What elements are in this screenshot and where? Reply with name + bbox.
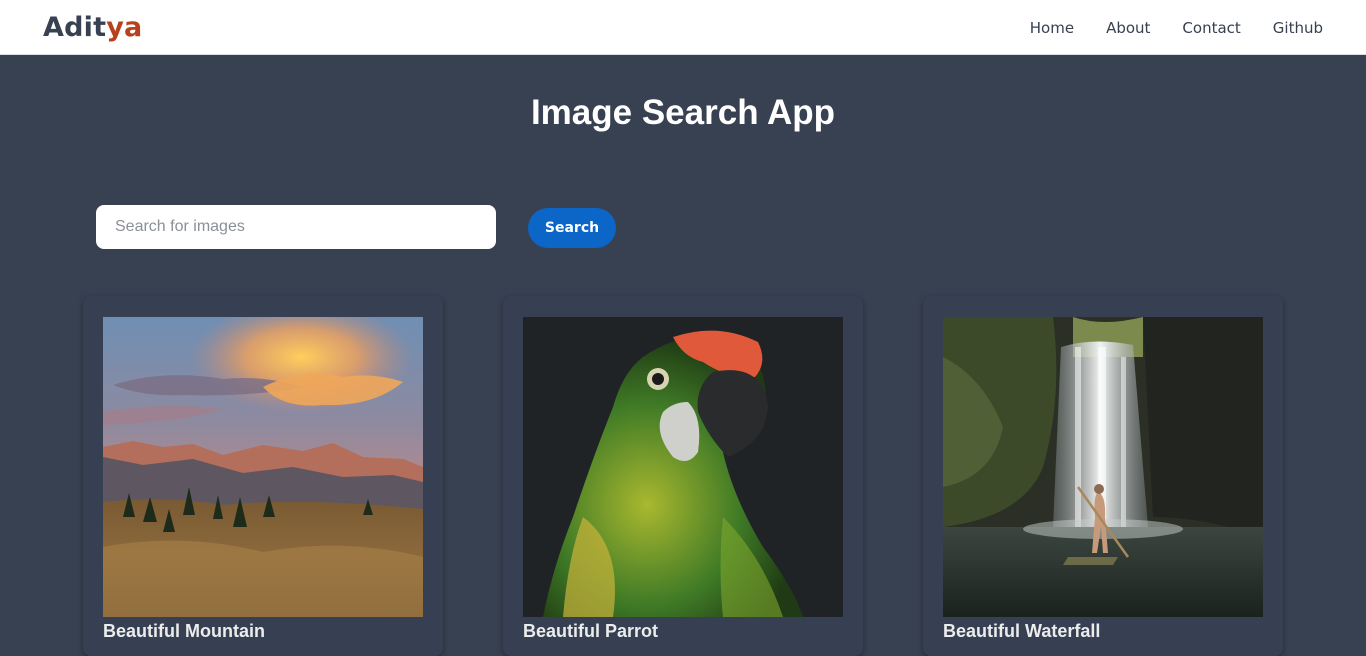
nav-link-contact[interactable]: Contact [1182, 18, 1240, 38]
nav-link-home[interactable]: Home [1030, 18, 1074, 38]
search-button[interactable]: Search [528, 208, 616, 248]
page-title: Image Search App [530, 93, 836, 132]
nav-link-github[interactable]: Github [1273, 18, 1323, 38]
search-input[interactable] [96, 205, 496, 249]
card-title: Beautiful Waterfall [943, 621, 1101, 641]
nav-links: Home About Contact Github [1030, 18, 1323, 38]
mountain-image [103, 317, 423, 617]
image-card-mountain[interactable]: Beautiful Mountain [83, 296, 443, 656]
image-card-parrot[interactable]: Beautiful Parrot [503, 296, 863, 656]
waterfall-image [943, 317, 1263, 617]
navbar: Aditya Home About Contact Github [0, 0, 1366, 55]
card-title: Beautiful Mountain [103, 621, 265, 641]
brand-text-part2: ya [106, 12, 143, 43]
brand-logo[interactable]: Aditya [43, 12, 142, 44]
card-title: Beautiful Parrot [523, 621, 659, 641]
nav-link-about[interactable]: About [1106, 18, 1150, 38]
brand-text-part1: Adit [43, 12, 107, 43]
image-card-waterfall[interactable]: Beautiful Waterfall [923, 296, 1283, 656]
parrot-image [523, 317, 843, 617]
